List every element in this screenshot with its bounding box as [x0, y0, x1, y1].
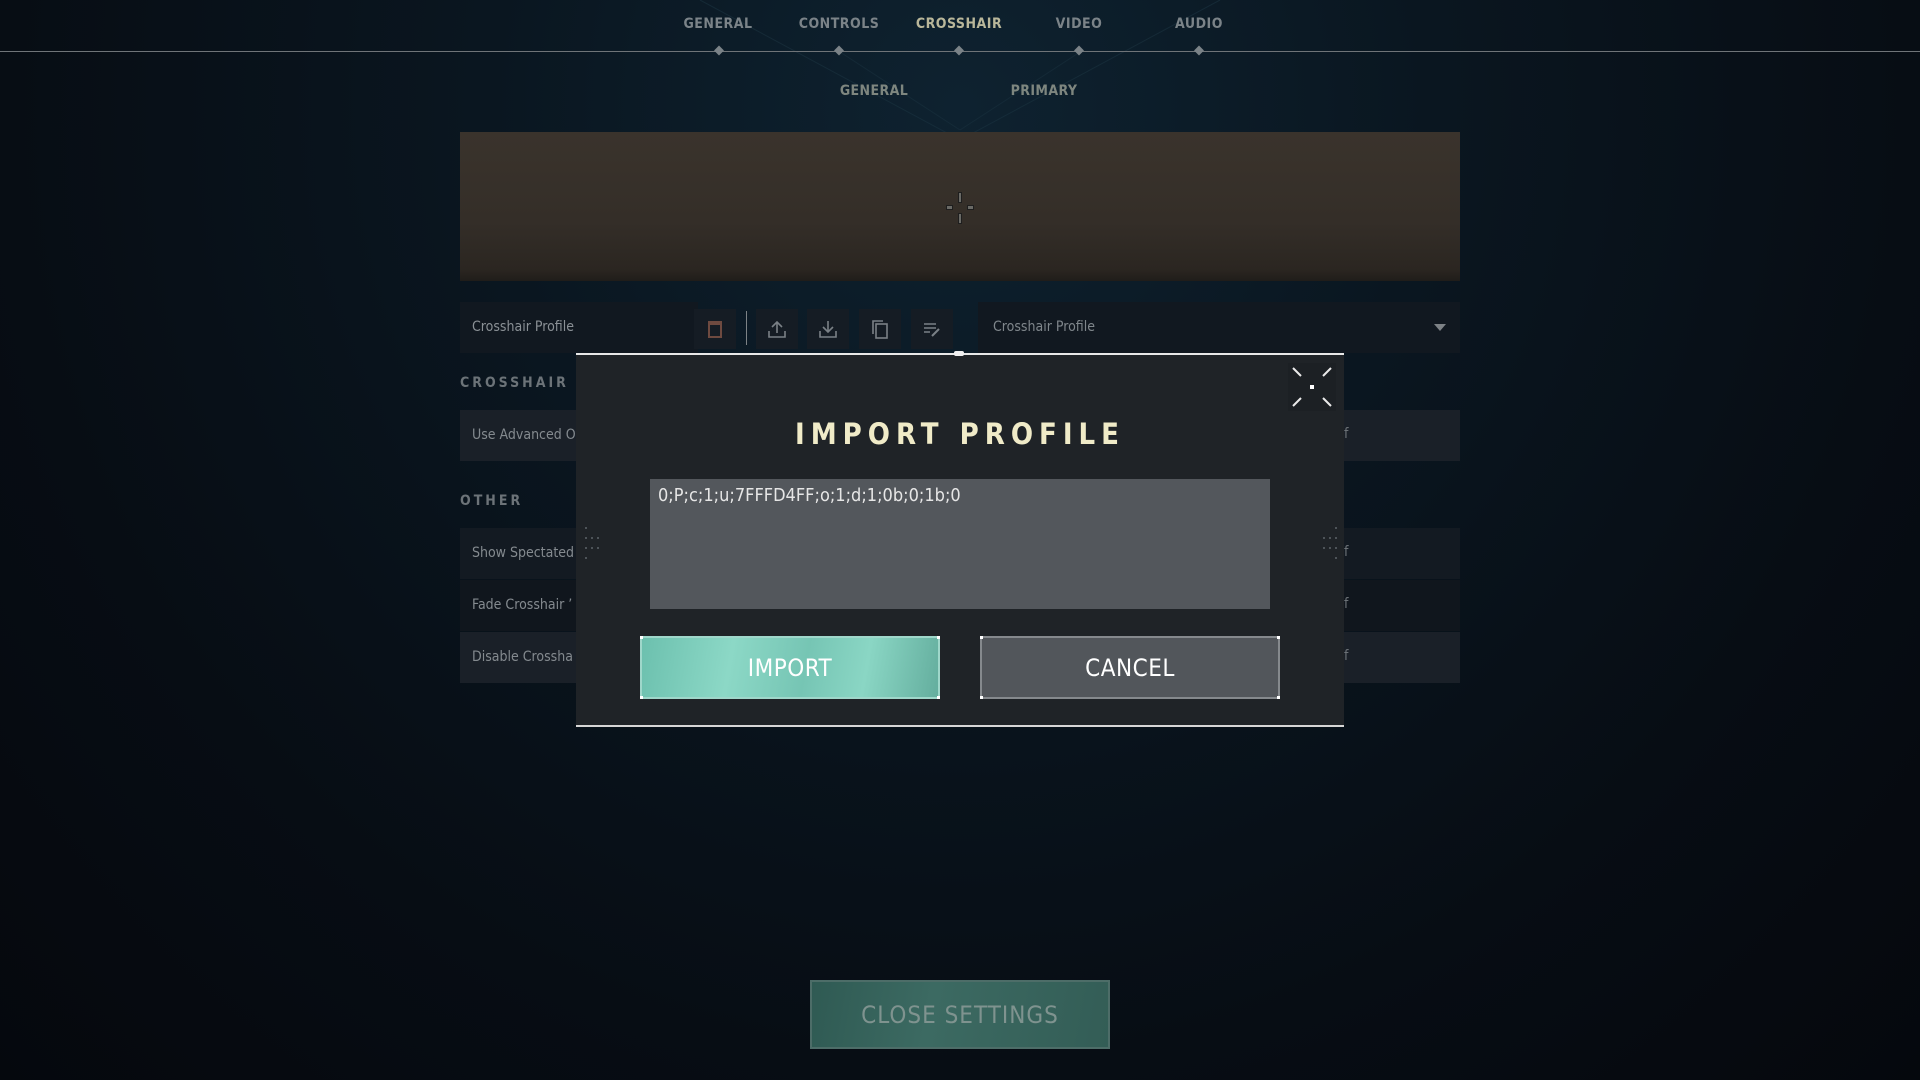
- subtab-general[interactable]: GENERAL: [840, 83, 908, 99]
- setting-label: Disable Crossha: [472, 649, 573, 665]
- setting-label: Use Advanced O: [472, 427, 576, 443]
- export-profile-button[interactable]: [756, 309, 798, 349]
- export-icon: [768, 320, 786, 338]
- grip-decoration-left: [581, 525, 601, 561]
- dialog-top-marker: [954, 351, 964, 356]
- close-settings-label: CLOSE SETTINGS: [861, 1000, 1059, 1029]
- import-icon: [819, 321, 837, 338]
- setting-value: f: [1344, 426, 1349, 442]
- close-icon: [1292, 367, 1332, 407]
- import-button[interactable]: IMPORT: [640, 636, 940, 699]
- setting-value: f: [1344, 596, 1349, 612]
- tab-marker: [834, 45, 844, 56]
- profile-dropdown[interactable]: Crosshair Profile: [978, 302, 1460, 353]
- crosshair-icon: [945, 191, 975, 224]
- tab-marker: [954, 45, 964, 56]
- setting-value: f: [1344, 544, 1349, 560]
- import-profile-dialog: IMPORT PROFILE 0;P;c;1;u;7FFFD4FF;o;1;d;…: [576, 351, 1344, 727]
- profile-label: Crosshair Profile: [472, 319, 574, 335]
- setting-label: Fade Crosshair ’: [472, 597, 573, 613]
- delete-profile-button[interactable]: [694, 309, 736, 349]
- subtab-primary[interactable]: PRIMARY: [1011, 83, 1078, 99]
- tab-marker: [1074, 45, 1084, 56]
- close-dialog-button[interactable]: [1288, 363, 1336, 411]
- tab-video[interactable]: VIDEO: [1056, 16, 1103, 32]
- copy-icon: [872, 320, 888, 339]
- grip-decoration-right: [1319, 525, 1339, 561]
- cancel-button-label: CANCEL: [1085, 653, 1175, 682]
- setting-label: Show Spectated: [472, 545, 574, 561]
- profile-code-input[interactable]: 0;P;c;1;u;7FFFD4FF;o;1;d;1;0b;0;1b;0: [650, 479, 1270, 609]
- profile-dropdown-value: Crosshair Profile: [993, 319, 1095, 335]
- tab-general[interactable]: GENERAL: [683, 16, 752, 32]
- tab-audio[interactable]: AUDIO: [1175, 16, 1223, 32]
- dialog-title: IMPORT PROFILE: [795, 417, 1125, 451]
- toolbar-divider: [746, 311, 747, 345]
- section-title-crosshair: CROSSHAIR: [460, 375, 569, 391]
- tab-crosshair[interactable]: CROSSHAIR: [916, 16, 1002, 32]
- crosshair-preview: [460, 132, 1460, 281]
- chevron-down-icon: [1434, 324, 1446, 331]
- tab-controls[interactable]: CONTROLS: [799, 16, 880, 32]
- rename-profile-button[interactable]: [911, 309, 953, 349]
- cancel-button[interactable]: CANCEL: [980, 636, 1280, 699]
- delete-icon: [708, 321, 722, 338]
- close-settings-button[interactable]: CLOSE SETTINGS: [810, 980, 1110, 1049]
- tab-marker: [714, 45, 724, 56]
- setting-value: f: [1344, 648, 1349, 664]
- tab-marker: [1194, 45, 1204, 56]
- import-profile-button[interactable]: [807, 309, 849, 349]
- section-title-other: OTHER: [460, 493, 524, 509]
- import-button-label: IMPORT: [747, 653, 833, 682]
- rename-icon: [924, 323, 940, 337]
- copy-profile-button[interactable]: [859, 309, 901, 349]
